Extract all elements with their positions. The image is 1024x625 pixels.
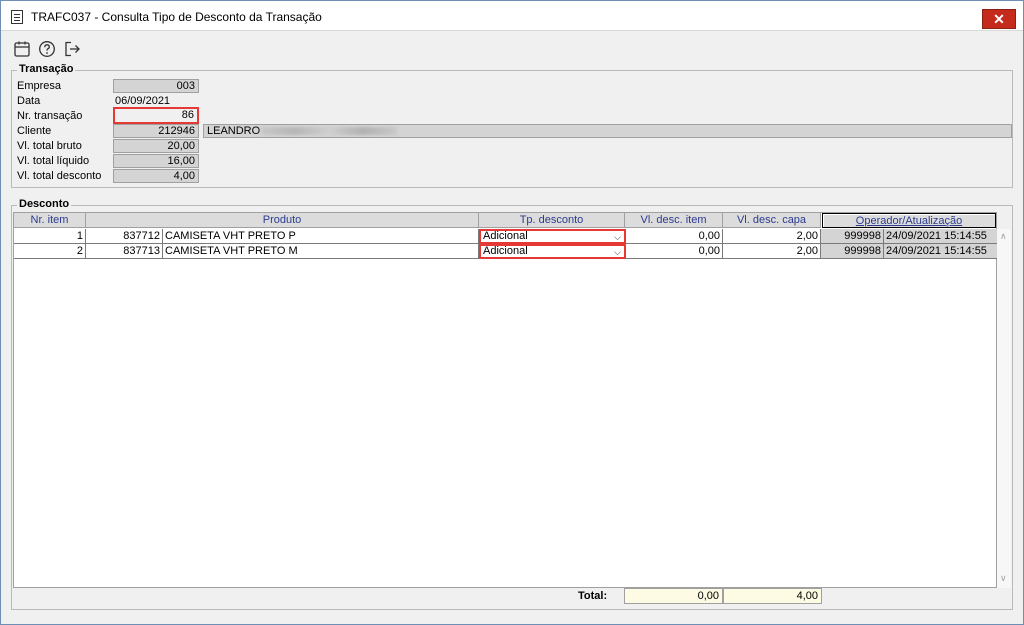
tp-desconto-dropdown[interactable]: Adicional ⌵: [479, 244, 626, 259]
tp-desconto-value: Adicional: [483, 245, 528, 257]
scroll-up-icon[interactable]: ∧: [1000, 231, 1007, 242]
toolbar: [1, 32, 1023, 62]
operador-cell: 999998: [821, 244, 884, 259]
vl-total-liquido-label: Vl. total líquido: [17, 155, 90, 167]
nr-item-cell: 1: [14, 229, 86, 244]
cliente-name-field: LEANDRO: [203, 124, 1012, 138]
calendar-icon[interactable]: [13, 40, 31, 58]
total-vl-desc-capa: 4,00: [723, 588, 822, 604]
nr-item-cell: 2: [14, 244, 86, 259]
vl-total-desconto-label: Vl. total desconto: [17, 170, 102, 182]
vl-desc-capa-cell: 2,00: [723, 244, 821, 259]
cliente-label: Cliente: [17, 125, 52, 137]
vl-total-bruto-field: 20,00: [113, 139, 199, 153]
vl-total-bruto-label: Vl. total bruto: [17, 140, 82, 152]
cliente-name: LEANDRO: [207, 125, 261, 137]
vl-total-liquido-field: 16,00: [113, 154, 199, 168]
transacao-title: Transação: [17, 63, 76, 75]
column-header-nr-item[interactable]: Nr. item: [14, 213, 86, 228]
redacted-text: [261, 127, 398, 136]
total-vl-desc-item: 0,00: [624, 588, 723, 604]
column-header-produto[interactable]: Produto: [86, 213, 479, 228]
tp-desconto-dropdown[interactable]: Adicional ⌵: [479, 229, 626, 244]
column-header-vl-desc-capa[interactable]: Vl. desc. capa: [723, 213, 821, 228]
empresa-label: Empresa: [17, 80, 62, 92]
nr-transacao-field: 86: [113, 107, 199, 124]
grid-scrollbar[interactable]: ∧ ∨: [997, 229, 1011, 588]
data-label: Data: [17, 95, 41, 107]
table-row[interactable]: 2 837713 CAMISETA VHT PRETO M Adicional …: [14, 244, 998, 259]
chevron-down-icon: ⌵: [614, 232, 621, 242]
title-bar: TRAFC037 - Consulta Tipo de Desconto da …: [1, 1, 1023, 31]
document-icon: [11, 10, 23, 24]
operador-cell: 999998: [821, 229, 884, 244]
help-icon[interactable]: [38, 40, 56, 58]
transacao-group: Transação Empresa 003 Data 06/09/2021 Nr…: [11, 63, 1013, 188]
atualizacao-cell: 24/09/2021 15:14:55: [884, 229, 998, 244]
nr-transacao-label: Nr. transação: [17, 110, 83, 122]
total-label: Total:: [578, 590, 608, 602]
window-title: TRAFC037 - Consulta Tipo de Desconto da …: [31, 10, 322, 24]
column-header-operador[interactable]: Operador/Atualização: [822, 213, 996, 228]
exit-icon[interactable]: [63, 40, 81, 58]
vl-total-desconto-field: 4,00: [113, 169, 199, 183]
column-header-tp-desconto[interactable]: Tp. desconto: [479, 213, 625, 228]
tp-desconto-value: Adicional: [483, 230, 528, 242]
empresa-field: 003: [113, 79, 199, 93]
vl-desc-capa-cell: 2,00: [723, 229, 821, 244]
scroll-down-icon[interactable]: ∨: [1000, 573, 1007, 584]
vl-desc-item-cell: 0,00: [626, 244, 723, 259]
produto-name-cell: CAMISETA VHT PRETO M: [163, 244, 479, 259]
vl-desc-item-cell: 0,00: [626, 229, 723, 244]
produto-code-cell: 837713: [86, 244, 163, 259]
column-header-vl-desc-item[interactable]: Vl. desc. item: [625, 213, 723, 228]
table-row[interactable]: 1 837712 CAMISETA VHT PRETO P Adicional …: [14, 229, 998, 244]
close-button[interactable]: ✕: [982, 9, 1016, 29]
produto-name-cell: CAMISETA VHT PRETO P: [163, 229, 479, 244]
desconto-grid: Nr. item Produto Tp. desconto Vl. desc. …: [13, 212, 998, 588]
chevron-down-icon: ⌵: [614, 247, 621, 257]
atualizacao-cell: 24/09/2021 15:14:55: [884, 244, 998, 259]
main-window: TRAFC037 - Consulta Tipo de Desconto da …: [0, 0, 1024, 625]
desconto-title: Desconto: [17, 198, 72, 210]
produto-code-cell: 837712: [86, 229, 163, 244]
data-field: 06/09/2021: [113, 94, 199, 108]
cliente-code-field: 212946: [113, 124, 199, 138]
